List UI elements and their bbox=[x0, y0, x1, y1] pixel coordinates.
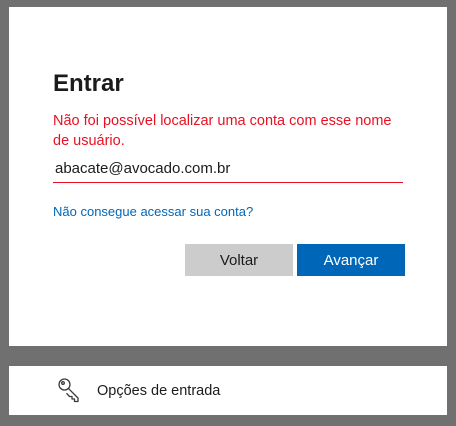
back-button[interactable]: Voltar bbox=[185, 244, 293, 276]
account-input[interactable] bbox=[53, 154, 403, 183]
cant-access-account-link[interactable]: Não consegue acessar sua conta? bbox=[53, 204, 253, 220]
error-message: Não foi possível localizar uma conta com… bbox=[53, 113, 392, 149]
signin-card: Entrar Não foi possível localizar uma co… bbox=[9, 7, 447, 346]
sign-in-options-label: Opções de entrada bbox=[97, 383, 221, 399]
sign-in-options-button[interactable]: Opções de entrada bbox=[9, 366, 447, 415]
key-icon bbox=[55, 376, 85, 406]
page-title: Entrar bbox=[53, 70, 124, 97]
next-button[interactable]: Avançar bbox=[297, 244, 405, 276]
